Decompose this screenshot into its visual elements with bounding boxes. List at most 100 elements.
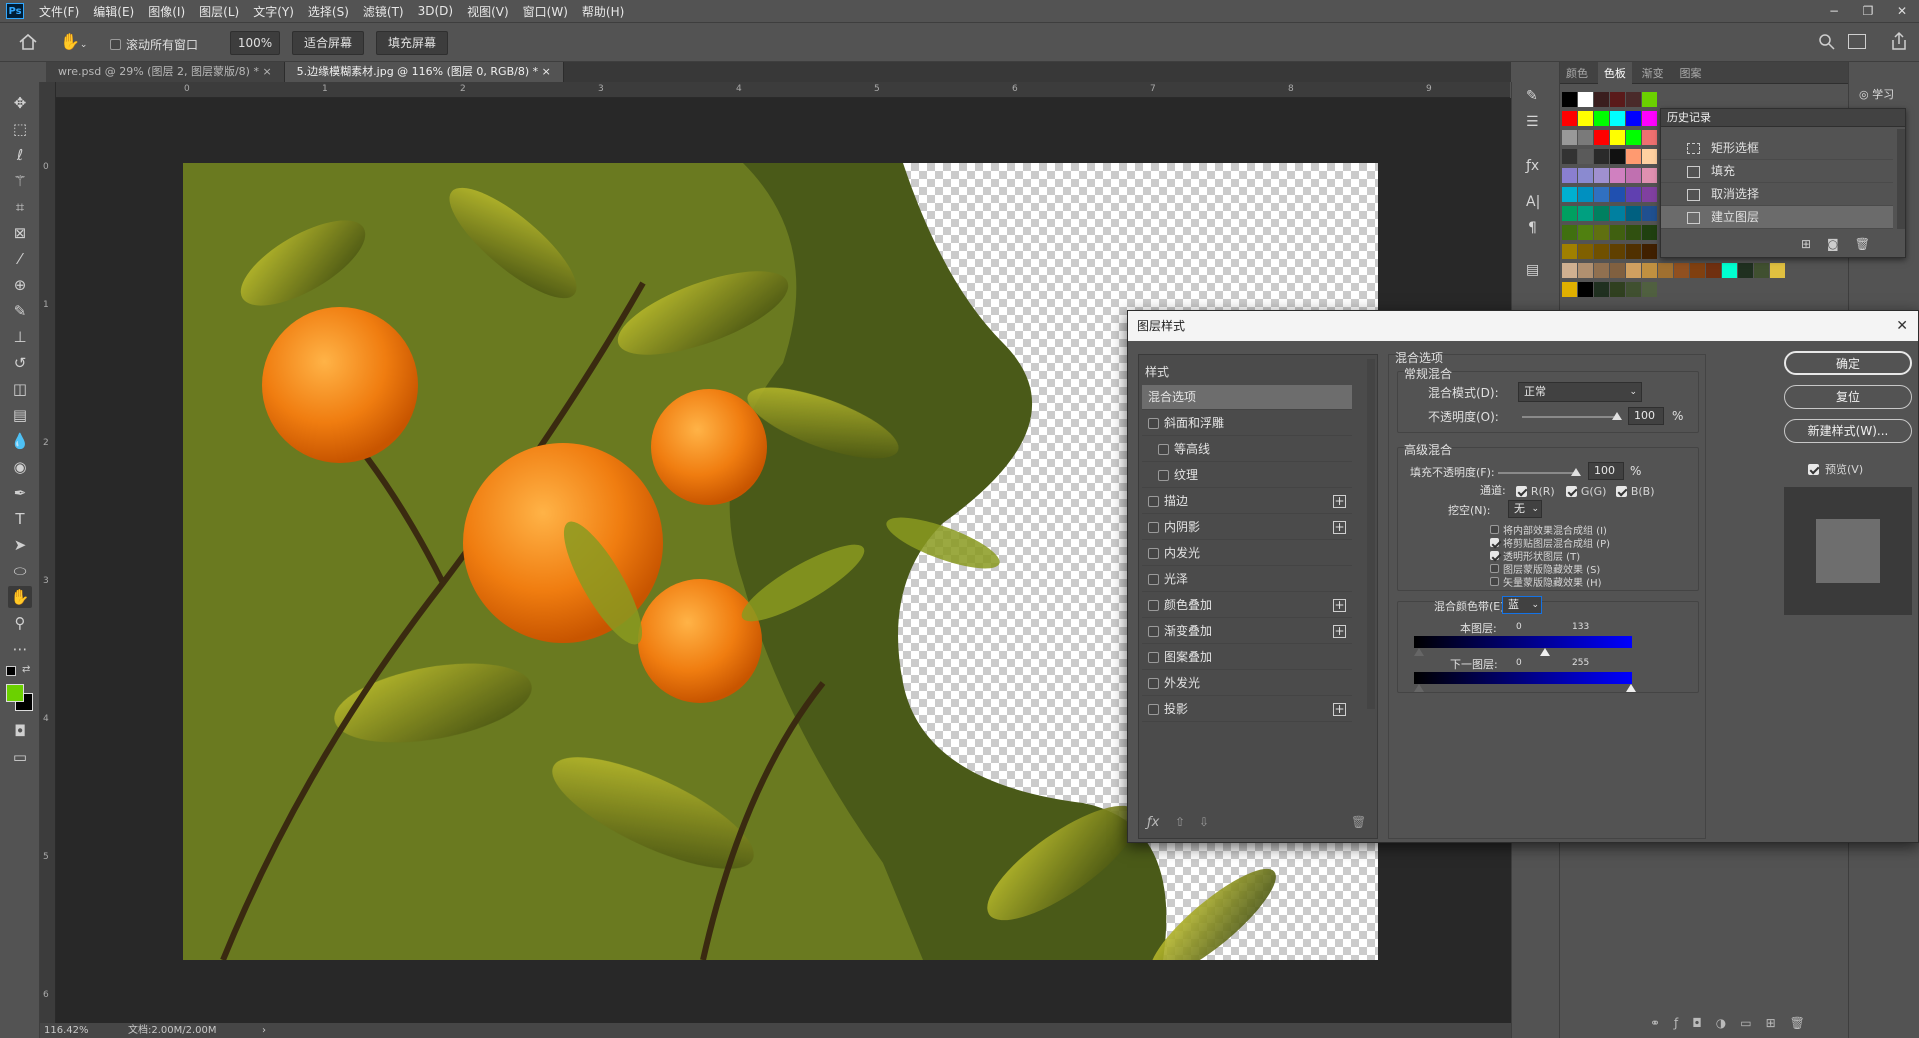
- menu-layer[interactable]: 图层(L): [192, 3, 246, 20]
- color-swatch[interactable]: [1642, 263, 1657, 278]
- blend-if-select[interactable]: 蓝 ⌄: [1502, 596, 1542, 614]
- type-tool-icon[interactable]: T: [8, 508, 32, 530]
- frame-tool-icon[interactable]: ⊠: [8, 222, 32, 244]
- color-swatch[interactable]: [1562, 263, 1577, 278]
- color-swatch[interactable]: [1626, 187, 1641, 202]
- brush-tool-icon[interactable]: ✎: [8, 300, 32, 322]
- color-swatch[interactable]: [1594, 225, 1609, 240]
- color-swatch[interactable]: [1594, 149, 1609, 164]
- screen-mode-icon[interactable]: ▭: [8, 746, 32, 768]
- tab-swatches[interactable]: 色板: [1597, 62, 1632, 84]
- delete-effect-icon[interactable]: 🗑: [1351, 815, 1366, 829]
- styles-scrollbar[interactable]: [1367, 359, 1375, 709]
- color-swatch[interactable]: [1562, 149, 1577, 164]
- style-checkbox[interactable]: [1148, 626, 1159, 637]
- adjustments-icon[interactable]: ☰: [1526, 114, 1539, 130]
- history-brush-tool-icon[interactable]: ↺: [8, 352, 32, 374]
- color-swatch[interactable]: [1578, 225, 1593, 240]
- move-tool-icon[interactable]: ✥: [8, 92, 32, 114]
- color-swatch[interactable]: [1594, 187, 1609, 202]
- brush-settings-icon[interactable]: ✎: [1526, 88, 1538, 104]
- color-swatch[interactable]: [1610, 187, 1625, 202]
- fx-menu-icon[interactable]: ƒx: [1147, 815, 1159, 830]
- fill-opacity-slider-handle[interactable]: [1571, 468, 1581, 476]
- color-swatch[interactable]: [1562, 225, 1577, 240]
- restore-button[interactable]: ❐: [1851, 0, 1885, 22]
- style-row[interactable]: 描边 +: [1142, 489, 1352, 514]
- fill-opacity-slider[interactable]: [1498, 472, 1576, 474]
- style-row[interactable]: 内阴影 +: [1142, 515, 1352, 540]
- color-swatch[interactable]: [1594, 168, 1609, 183]
- dialog-close-icon[interactable]: ✕: [1896, 311, 1908, 341]
- color-swatch[interactable]: [1642, 244, 1657, 259]
- menu-file[interactable]: 文件(F): [32, 3, 86, 20]
- style-row[interactable]: 外发光: [1142, 671, 1352, 696]
- add-effect-icon[interactable]: +: [1333, 625, 1346, 638]
- eraser-tool-icon[interactable]: ◫: [8, 378, 32, 400]
- blur-tool-icon[interactable]: 💧: [8, 430, 32, 452]
- new-style-button[interactable]: 新建样式(W)...: [1784, 419, 1912, 443]
- this-layer-white-handle[interactable]: [1539, 648, 1550, 656]
- channel-g-checkbox[interactable]: [1566, 486, 1577, 497]
- history-item[interactable]: 填充: [1661, 160, 1893, 183]
- history-scrollbar[interactable]: [1897, 129, 1905, 229]
- color-swatch[interactable]: [1578, 244, 1593, 259]
- stamp-tool-icon[interactable]: ⊥: [8, 326, 32, 348]
- color-swatch[interactable]: [1674, 263, 1689, 278]
- color-swatch[interactable]: [1610, 111, 1625, 126]
- preview-checkbox[interactable]: [1808, 463, 1819, 475]
- color-swatch[interactable]: [1626, 244, 1641, 259]
- tab-blur-edge-jpg[interactable]: 5.边缘模糊素材.jpg @ 116% (图层 0, RGB/8) * ×: [284, 62, 564, 82]
- color-swatch[interactable]: [1658, 263, 1673, 278]
- color-swatch[interactable]: [1626, 149, 1641, 164]
- color-swatch[interactable]: [1626, 168, 1641, 183]
- color-swatch[interactable]: [1578, 187, 1593, 202]
- dodge-tool-icon[interactable]: ◉: [8, 456, 32, 478]
- opacity-slider[interactable]: [1522, 416, 1617, 418]
- styles-header[interactable]: 样式: [1145, 363, 1169, 380]
- style-checkbox[interactable]: [1148, 496, 1159, 507]
- style-checkbox[interactable]: [1158, 444, 1169, 455]
- color-swatch[interactable]: [1610, 263, 1625, 278]
- shape-tool-icon[interactable]: ⬭: [8, 560, 32, 582]
- color-swatch[interactable]: [1562, 282, 1577, 297]
- color-swatch[interactable]: [1562, 187, 1577, 202]
- foreground-color-swatch[interactable]: [6, 684, 24, 702]
- ok-button[interactable]: 确定: [1784, 351, 1912, 375]
- color-swatch[interactable]: [1738, 263, 1753, 278]
- zoom-level[interactable]: 116.42%: [44, 1023, 89, 1038]
- style-checkbox[interactable]: [1148, 522, 1159, 533]
- color-swatch[interactable]: [1594, 92, 1609, 107]
- color-swatch[interactable]: [1594, 206, 1609, 221]
- advanced-option-checkbox[interactable]: [1490, 538, 1499, 547]
- menu-help[interactable]: 帮助(H): [575, 3, 631, 20]
- channel-b-checkbox[interactable]: [1616, 486, 1627, 497]
- color-swatch[interactable]: [1594, 282, 1609, 297]
- color-swatch[interactable]: [1642, 282, 1657, 297]
- add-effect-icon[interactable]: +: [1333, 495, 1346, 508]
- style-row[interactable]: 等高线: [1142, 437, 1352, 462]
- zoom-100-button[interactable]: 100%: [230, 31, 280, 55]
- learn-label[interactable]: ◎ 学习: [1859, 86, 1894, 102]
- color-swatch[interactable]: [1642, 168, 1657, 183]
- share-icon[interactable]: [1890, 31, 1908, 51]
- character-icon[interactable]: A|: [1526, 194, 1540, 210]
- workspace-icon[interactable]: [1848, 34, 1866, 49]
- gradient-tool-icon[interactable]: ▤: [8, 404, 32, 426]
- style-row[interactable]: 渐变叠加 +: [1142, 619, 1352, 644]
- fill-screen-button[interactable]: 填充屏幕: [376, 31, 448, 55]
- menu-3d[interactable]: 3D(D): [411, 4, 460, 18]
- style-row[interactable]: 内发光: [1142, 541, 1352, 566]
- color-swatch[interactable]: [1578, 92, 1593, 107]
- color-swatch[interactable]: [1562, 92, 1577, 107]
- tab-wre-psd[interactable]: wre.psd @ 29% (图层 2, 图层蒙版/8) * ×: [46, 62, 285, 82]
- color-swatch[interactable]: [1578, 282, 1593, 297]
- move-down-icon[interactable]: ⇩: [1199, 815, 1209, 829]
- color-swatch[interactable]: [1626, 111, 1641, 126]
- color-swatch[interactable]: [1642, 92, 1657, 107]
- advanced-option[interactable]: 矢量蒙版隐藏效果 (H): [1490, 574, 1602, 589]
- tab-close-icon[interactable]: ×: [542, 65, 551, 78]
- style-row[interactable]: 光泽: [1142, 567, 1352, 592]
- tab-patterns[interactable]: 图案: [1673, 62, 1707, 84]
- style-checkbox[interactable]: [1158, 470, 1169, 481]
